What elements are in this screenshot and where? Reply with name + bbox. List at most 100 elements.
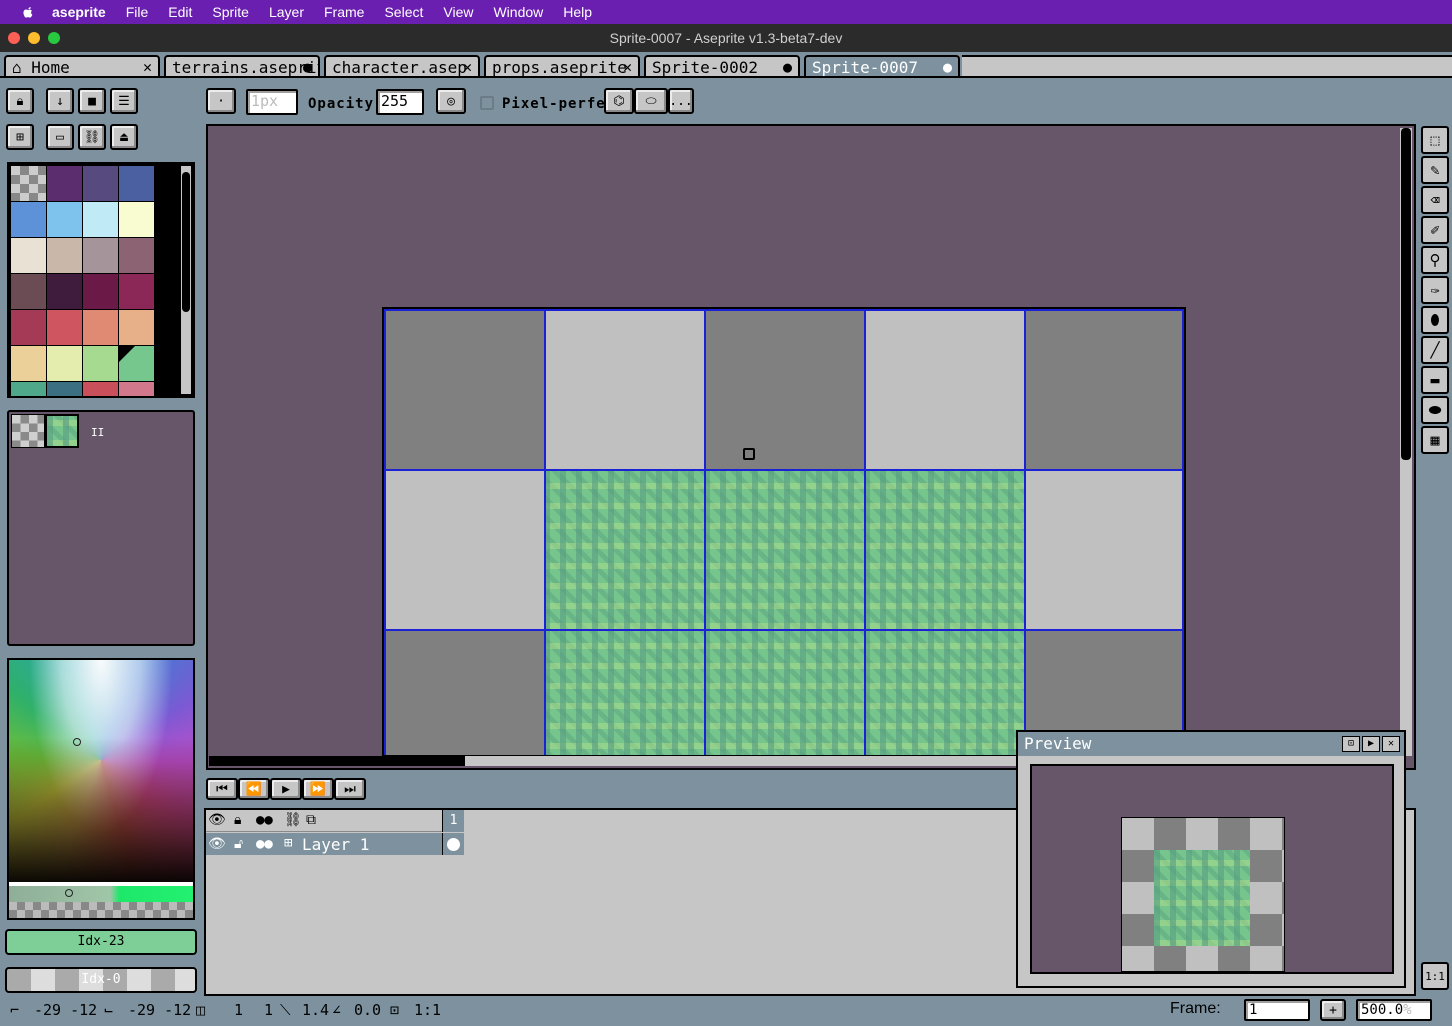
color-picker-marker[interactable] <box>73 738 81 746</box>
palette-swatch-10[interactable] <box>83 238 118 273</box>
tab-sprite-0007[interactable]: Sprite-0007 ● <box>804 55 960 78</box>
palette-swatch-1[interactable] <box>47 166 82 201</box>
layer-name[interactable]: Layer 1 <box>302 835 369 854</box>
eye-icon[interactable]: 👁︎ <box>208 812 226 828</box>
background-color-button[interactable]: Idx-0 <box>5 967 197 993</box>
menu-app[interactable]: aseprite <box>52 4 106 20</box>
visibility-icon[interactable]: 👁︎ <box>208 836 226 852</box>
eraser-tool[interactable]: ⌫ <box>1421 186 1449 214</box>
color-wheel[interactable] <box>7 658 195 920</box>
palette-swatch-11[interactable] <box>119 238 154 273</box>
palette-swatch-12[interactable] <box>11 274 46 309</box>
more-options-button[interactable]: ... <box>668 88 694 114</box>
menu-sprite[interactable]: Sprite <box>212 4 249 20</box>
previous-frame-button[interactable]: ⏪ <box>238 778 270 800</box>
sprite-canvas[interactable] <box>382 307 1186 757</box>
tile-mode-button[interactable]: ▭ <box>46 124 74 150</box>
close-icon[interactable]: ✕ <box>623 57 632 78</box>
palette-swatch-18[interactable] <box>83 310 118 345</box>
palette-swatch-22[interactable] <box>83 346 118 381</box>
menu-help[interactable]: Help <box>563 4 592 20</box>
unlock-icon[interactable]: 🔓︎ <box>234 836 243 852</box>
palette-swatch-21[interactable] <box>47 346 82 381</box>
menu-select[interactable]: Select <box>384 4 423 20</box>
ink-button[interactable]: ◎ <box>436 88 466 114</box>
menu-window[interactable]: Window <box>493 4 543 20</box>
close-window-button[interactable] <box>8 32 20 44</box>
palette-swatch-3[interactable] <box>119 166 154 201</box>
palette-square-button[interactable]: ■ <box>78 88 106 114</box>
link-cels-icon[interactable]: ⛓ <box>284 812 302 828</box>
apple-icon[interactable] <box>18 5 38 19</box>
tab-props[interactable]: props.aseprite ✕ <box>484 55 640 78</box>
lock-icon[interactable]: 🔒︎ <box>234 812 241 828</box>
tilemap-mode-button[interactable]: ⊞ <box>6 124 34 150</box>
palette-swatch-14[interactable] <box>83 274 118 309</box>
minimize-window-button[interactable] <box>28 32 40 44</box>
grass-tile[interactable] <box>45 414 79 448</box>
layer-blend-icon[interactable]: ⧉ <box>306 812 316 828</box>
palette-menu-button[interactable]: ☰ <box>110 88 138 114</box>
pixel-perfect-checkbox[interactable] <box>480 96 494 110</box>
brush-type-button[interactable]: · <box>206 88 236 114</box>
opacity-input[interactable]: 255 <box>376 89 424 115</box>
palette-swatch-0[interactable] <box>11 166 46 201</box>
alpha-slider[interactable] <box>9 886 193 902</box>
modified-dot-icon[interactable]: ● <box>943 57 952 78</box>
palette-swatch-next-row[interactable] <box>119 382 154 396</box>
zoom-input[interactable]: 500.0% <box>1356 999 1432 1021</box>
tile-link-button[interactable]: ⛓ <box>78 124 106 150</box>
modified-dot-icon[interactable]: ● <box>783 57 792 78</box>
palette-swatch-19[interactable] <box>119 310 154 345</box>
menu-file[interactable]: File <box>126 4 149 20</box>
layer-row[interactable]: 👁︎ 🔓︎ ●● ⊞ Layer 1 <box>206 833 442 855</box>
lock-palette-button[interactable]: 🔒︎ <box>6 88 34 114</box>
palette-swatch-next-row[interactable] <box>11 382 46 396</box>
preview-title-bar[interactable]: Preview ⊡ ▶ ✕ <box>1018 732 1404 756</box>
rectangle-tool[interactable]: ▬ <box>1421 366 1449 394</box>
line-tool[interactable]: ╱ <box>1421 336 1449 364</box>
last-frame-button[interactable]: ⏭ <box>334 778 366 800</box>
close-icon[interactable]: ✕ <box>143 57 152 78</box>
preview-play-button[interactable]: ▶ <box>1362 736 1380 752</box>
tab-terrains[interactable]: terrains.aseprit ● <box>164 55 320 78</box>
symmetry-vertical-button[interactable]: ⌬ <box>604 88 634 114</box>
editor-vertical-scroll-thumb[interactable] <box>1401 128 1411 460</box>
palette-swatch-4[interactable] <box>11 202 46 237</box>
transparency-strip[interactable] <box>9 902 193 918</box>
palette-swatch-13[interactable] <box>47 274 82 309</box>
zoom-tool[interactable]: ⚲ <box>1421 246 1449 274</box>
marquee-tool[interactable]: ⬚ <box>1421 126 1449 154</box>
continuous-icon[interactable]: ●● <box>256 836 273 852</box>
move-tool[interactable]: ✑ <box>1421 276 1449 304</box>
foreground-color-button[interactable]: Idx-23 <box>5 929 197 955</box>
contour-tool[interactable]: ⬬ <box>1421 396 1449 424</box>
palette-swatch-16[interactable] <box>11 310 46 345</box>
tile-stack-button[interactable]: ⏏ <box>110 124 138 150</box>
new-frame-button[interactable]: + <box>1320 999 1346 1021</box>
menu-edit[interactable]: Edit <box>168 4 192 20</box>
pencil-tool[interactable]: ✎ <box>1421 156 1449 184</box>
tab-sprite-0002[interactable]: Sprite-0002 ● <box>644 55 800 78</box>
palette-swatch-8[interactable] <box>11 238 46 273</box>
preview-close-button[interactable]: ✕ <box>1382 736 1400 752</box>
menu-view[interactable]: View <box>443 4 473 20</box>
palette-swatch-2[interactable] <box>83 166 118 201</box>
palette-swatch-17[interactable] <box>47 310 82 345</box>
palette-swatch-20[interactable] <box>11 346 46 381</box>
blur-tool[interactable]: ▦ <box>1421 426 1449 454</box>
menu-frame[interactable]: Frame <box>324 4 364 20</box>
modified-dot-icon[interactable]: ● <box>303 57 312 78</box>
play-button[interactable]: ▶ <box>270 778 302 800</box>
palette-scroll-thumb[interactable] <box>182 172 190 312</box>
palette-swatch-5[interactable] <box>47 202 82 237</box>
palette-swatch-next-row[interactable] <box>47 382 82 396</box>
close-icon[interactable]: ✕ <box>463 57 472 78</box>
first-frame-button[interactable]: ⏮ <box>206 778 238 800</box>
paint-bucket-tool[interactable]: ⬮ <box>1421 306 1449 334</box>
menu-layer[interactable]: Layer <box>269 4 304 20</box>
symmetry-horizontal-button[interactable]: ⬭ <box>634 88 668 114</box>
alpha-marker[interactable] <box>65 889 73 897</box>
empty-tile[interactable] <box>11 414 45 448</box>
palette-swatch-7[interactable] <box>119 202 154 237</box>
